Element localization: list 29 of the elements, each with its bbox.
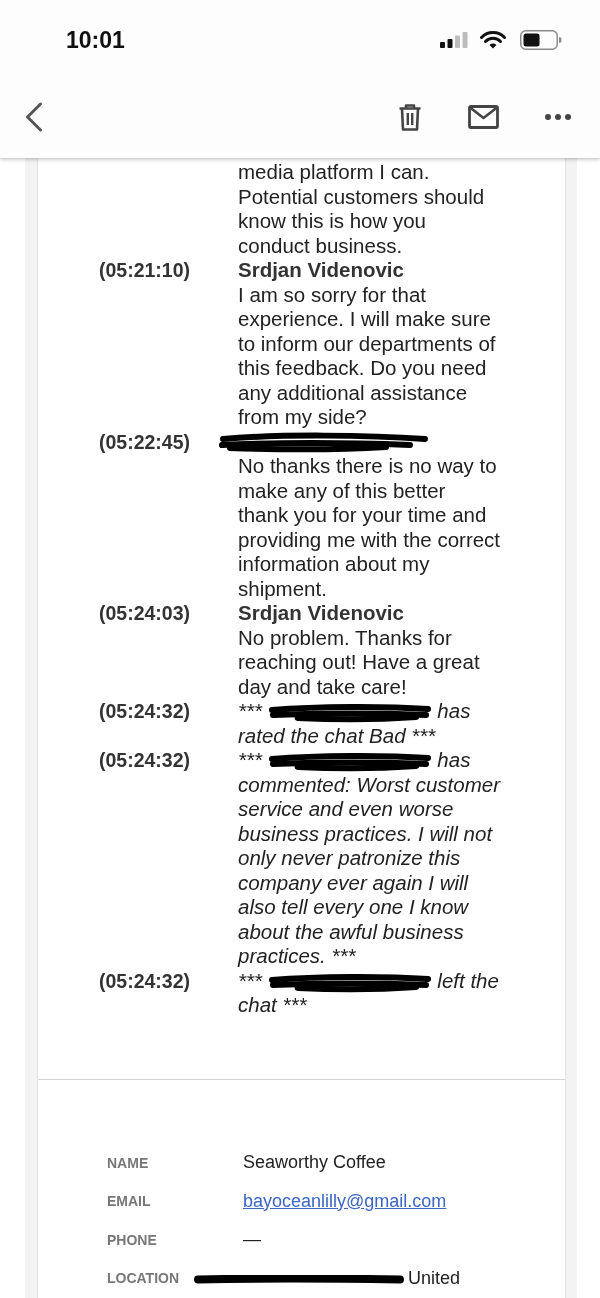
- field-label: EMAIL: [107, 1192, 152, 1211]
- timestamp: (05:22:45): [99, 429, 192, 455]
- field-value: United: [408, 1267, 461, 1288]
- battery-icon: [520, 30, 562, 50]
- sender-name: Srdjan Videnovic: [238, 601, 405, 626]
- field-label: NAME: [107, 1153, 150, 1173]
- back-icon[interactable]: [25, 102, 43, 132]
- message-text: No problem. Thanks for reaching out! Have a great day and take care!: [238, 625, 481, 699]
- status-time: 10:01: [66, 26, 125, 54]
- trash-icon[interactable]: [398, 103, 422, 131]
- email-link[interactable]: bayoceanlilly@gmail.com: [243, 1190, 447, 1211]
- field-value: —: [243, 1229, 261, 1250]
- more-icon[interactable]: [545, 114, 571, 120]
- wifi-icon: [480, 31, 506, 49]
- signal-icon: [440, 32, 468, 48]
- field-value: Seaworthy Coffee: [243, 1152, 386, 1173]
- timestamp: (05:24:03): [99, 601, 192, 626]
- message-text: No thanks there is no way to make any of this better thank you for your time and providing me with the correct information about my shipment.: [238, 454, 501, 601]
- timestamp: (05:24:32): [99, 968, 192, 994]
- envelope-icon[interactable]: [468, 105, 499, 129]
- timestamp: (05:24:32): [99, 748, 192, 773]
- event-text: *** left the chat ***: [238, 968, 500, 1018]
- message-text: I am so sorry for that experience. I will make sure to inform our departments of this feedback. Do you need any additional assistance from my side?: [238, 282, 497, 430]
- sender-name: Srdjan Videnovic: [238, 258, 405, 283]
- timestamp: (05:21:10): [99, 258, 192, 283]
- message-text: media platform I can. Potential customers should know this is how you conduct business.: [238, 160, 486, 258]
- timestamp: (05:24:32): [99, 699, 192, 724]
- field-label: PHONE: [107, 1230, 158, 1250]
- field-label: LOCATION: [107, 1269, 181, 1288]
